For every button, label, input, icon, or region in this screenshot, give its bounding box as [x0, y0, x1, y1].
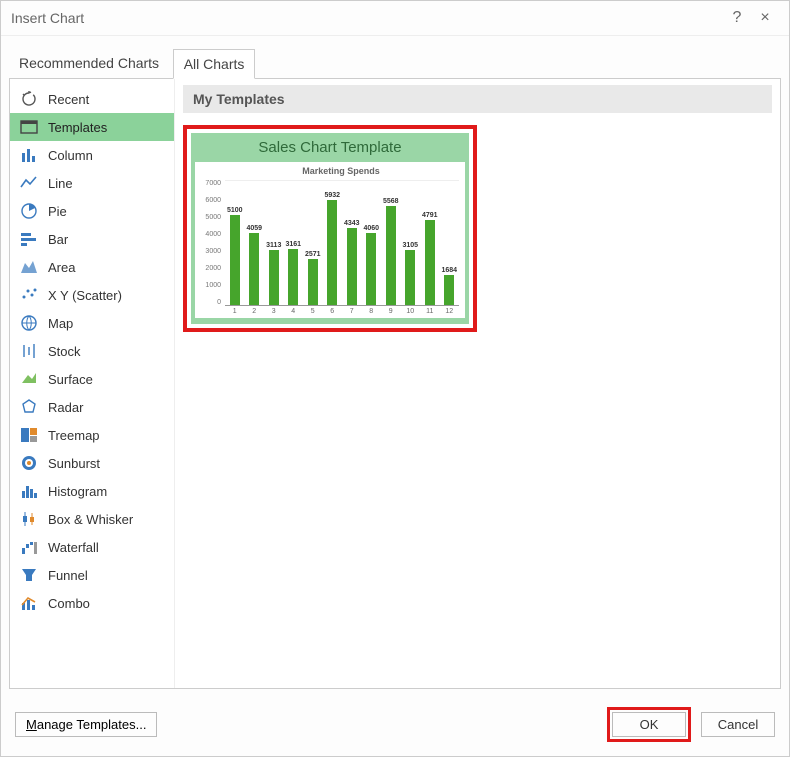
- treemap-icon: [18, 426, 40, 444]
- chart-type-sidebar: Recent Templates Column Line Pie Bar: [10, 79, 175, 688]
- sidebar-item-templates[interactable]: Templates: [10, 113, 174, 141]
- sidebar-item-histogram[interactable]: Histogram: [10, 477, 174, 505]
- ok-button-highlight: OK: [607, 707, 691, 742]
- main-pane: My Templates Sales Chart Template Market…: [175, 79, 780, 688]
- bar-icon: [18, 230, 40, 248]
- template-title: Sales Chart Template: [195, 137, 465, 158]
- sidebar-item-stock[interactable]: Stock: [10, 337, 174, 365]
- sidebar-item-radar[interactable]: Radar: [10, 393, 174, 421]
- surface-icon: [18, 370, 40, 388]
- sidebar-item-combo[interactable]: Combo: [10, 589, 174, 617]
- chart-preview: Marketing Spends 70006000500040003000200…: [195, 162, 465, 318]
- sidebar-item-label: Treemap: [48, 428, 100, 443]
- line-icon: [18, 174, 40, 192]
- sidebar-item-map[interactable]: Map: [10, 309, 174, 337]
- sidebar-item-scatter[interactable]: X Y (Scatter): [10, 281, 174, 309]
- tab-strip: Recommended Charts All Charts: [1, 36, 789, 78]
- scatter-icon: [18, 286, 40, 304]
- ok-button[interactable]: OK: [612, 712, 686, 737]
- dialog-footer: MManage Templates...anage Templates... O…: [1, 697, 789, 756]
- pie-icon: [18, 202, 40, 220]
- insert-chart-dialog: Insert Chart ? × Recommended Charts All …: [0, 0, 790, 757]
- titlebar: Insert Chart ? ×: [1, 1, 789, 36]
- sidebar-item-recent[interactable]: Recent: [10, 85, 174, 113]
- sidebar-item-label: Waterfall: [48, 540, 99, 555]
- sidebar-item-pie[interactable]: Pie: [10, 197, 174, 225]
- sidebar-item-label: Column: [48, 148, 93, 163]
- close-button[interactable]: ×: [751, 9, 779, 27]
- sidebar-item-label: Histogram: [48, 484, 107, 499]
- manage-templates-button[interactable]: MManage Templates...anage Templates...: [15, 712, 157, 737]
- help-button[interactable]: ?: [723, 9, 751, 27]
- sidebar-item-column[interactable]: Column: [10, 141, 174, 169]
- sidebar-item-label: Funnel: [48, 568, 88, 583]
- sidebar-item-label: Recent: [48, 92, 89, 107]
- section-header: My Templates: [183, 85, 772, 113]
- sidebar-item-label: Map: [48, 316, 73, 331]
- tab-content: Recent Templates Column Line Pie Bar: [9, 78, 781, 689]
- sidebar-item-label: Line: [48, 176, 73, 191]
- cancel-button[interactable]: Cancel: [701, 712, 775, 737]
- sidebar-item-label: Stock: [48, 344, 81, 359]
- chart-y-axis: 70006000500040003000200010000: [197, 180, 221, 306]
- sidebar-item-label: Box & Whisker: [48, 512, 133, 527]
- radar-icon: [18, 398, 40, 416]
- sidebar-item-waterfall[interactable]: Waterfall: [10, 533, 174, 561]
- recent-icon: [18, 90, 40, 108]
- stock-icon: [18, 342, 40, 360]
- template-thumbnail-highlight: Sales Chart Template Marketing Spends 70…: [183, 125, 477, 332]
- histogram-icon: [18, 482, 40, 500]
- waterfall-icon: [18, 538, 40, 556]
- sidebar-item-line[interactable]: Line: [10, 169, 174, 197]
- sidebar-item-area[interactable]: Area: [10, 253, 174, 281]
- chart-subtitle: Marketing Spends: [221, 166, 461, 176]
- chart-bars: 5100140592311333161425715593264343740608…: [225, 180, 459, 306]
- map-icon: [18, 314, 40, 332]
- sidebar-item-label: Combo: [48, 596, 90, 611]
- tab-all-charts[interactable]: All Charts: [173, 49, 256, 79]
- sidebar-item-label: Templates: [48, 120, 107, 135]
- sidebar-item-label: Area: [48, 260, 75, 275]
- sidebar-item-label: Radar: [48, 400, 83, 415]
- combo-icon: [18, 594, 40, 612]
- area-icon: [18, 258, 40, 276]
- sidebar-item-surface[interactable]: Surface: [10, 365, 174, 393]
- column-icon: [18, 146, 40, 164]
- funnel-icon: [18, 566, 40, 584]
- sidebar-item-box-whisker[interactable]: Box & Whisker: [10, 505, 174, 533]
- dialog-title: Insert Chart: [11, 10, 723, 26]
- box-whisker-icon: [18, 510, 40, 528]
- sidebar-item-label: Bar: [48, 232, 68, 247]
- tab-recommended-charts[interactable]: Recommended Charts: [9, 49, 169, 77]
- sidebar-item-funnel[interactable]: Funnel: [10, 561, 174, 589]
- sidebar-item-label: Pie: [48, 204, 67, 219]
- sidebar-item-bar[interactable]: Bar: [10, 225, 174, 253]
- template-thumbnail[interactable]: Sales Chart Template Marketing Spends 70…: [191, 133, 469, 324]
- sunburst-icon: [18, 454, 40, 472]
- sidebar-item-label: Surface: [48, 372, 93, 387]
- sidebar-item-label: X Y (Scatter): [48, 288, 122, 303]
- templates-icon: [18, 118, 40, 136]
- sidebar-item-treemap[interactable]: Treemap: [10, 421, 174, 449]
- sidebar-item-label: Sunburst: [48, 456, 100, 471]
- sidebar-item-sunburst[interactable]: Sunburst: [10, 449, 174, 477]
